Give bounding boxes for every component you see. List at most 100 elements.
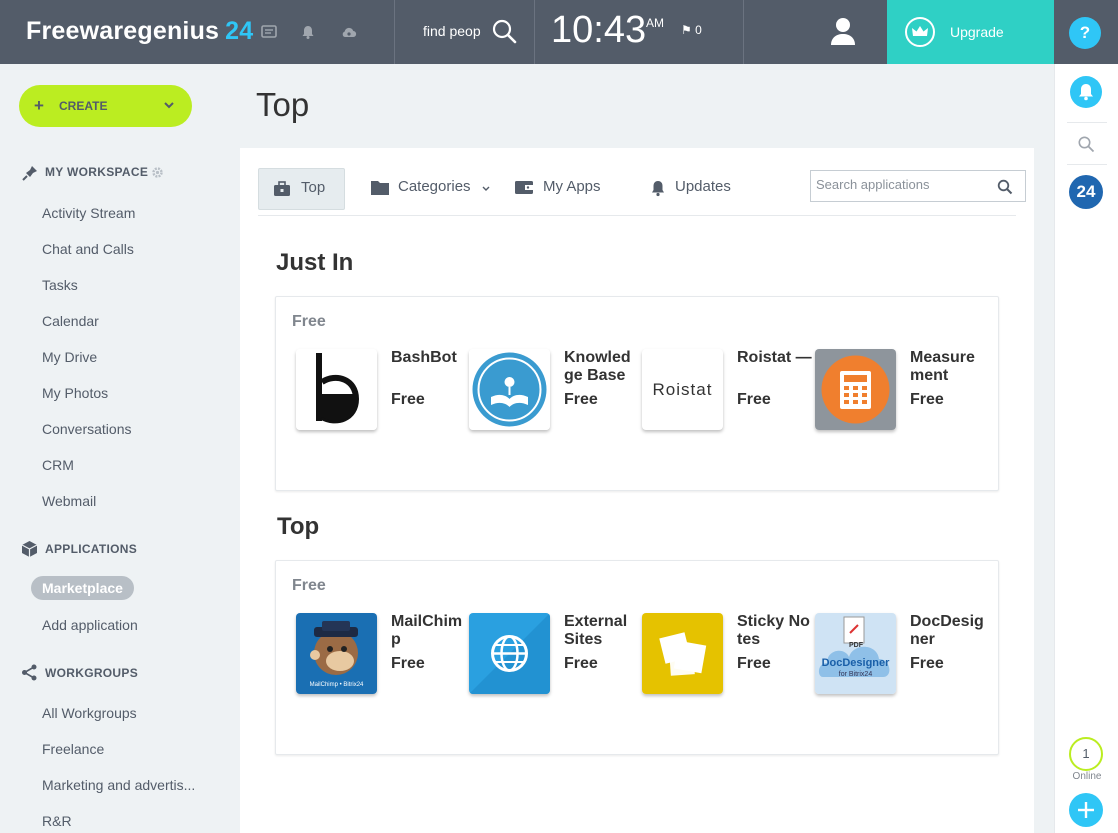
card-subtitle: Free: [292, 313, 326, 330]
app-name: MailChimp: [391, 613, 463, 648]
app-tile-measurement[interactable]: Measurement Free: [815, 349, 987, 439]
app-price: Free: [737, 391, 771, 408]
cloud-icon[interactable]: [341, 24, 357, 40]
plus-icon: +: [34, 96, 44, 115]
pin-icon: [22, 166, 37, 181]
app-logo-knowledge-base: [469, 349, 550, 430]
add-chat-button[interactable]: [1069, 793, 1103, 827]
tab-categories[interactable]: Categories: [368, 168, 490, 210]
tab-updates-label: Updates: [675, 178, 731, 195]
app-price: Free: [737, 655, 771, 672]
crown-icon: [905, 17, 935, 47]
search-applications-box[interactable]: [810, 170, 1026, 202]
search-icon[interactable]: [491, 18, 517, 44]
tab-my-apps-label: My Apps: [543, 178, 601, 195]
app-tile-roistat[interactable]: Roistat Roistat — Free: [642, 349, 814, 439]
mailchimp-logo-text: MailChimp • Bitrix24: [309, 682, 364, 688]
bell-icon: [1079, 84, 1093, 101]
tab-updates[interactable]: Updates: [648, 168, 748, 210]
sidebar-item-calendar[interactable]: Calendar: [42, 313, 99, 329]
caret-down-icon: [482, 186, 490, 191]
clock-time[interactable]: 10:43: [551, 9, 646, 52]
section-title-workgroups[interactable]: WORKGROUPS: [45, 666, 138, 680]
bell-icon: [652, 181, 664, 197]
online-label: Online: [1072, 771, 1102, 782]
right-bar: 24 1 Online: [1054, 64, 1118, 833]
flag-icon: ⚑: [681, 23, 692, 37]
app-tile-external-sites[interactable]: External Sites Free: [469, 613, 641, 703]
create-button[interactable]: + CREATE: [19, 85, 192, 127]
notifications-button[interactable]: [1070, 76, 1102, 108]
user-avatar-icon[interactable]: [829, 16, 857, 46]
share-icon: [22, 664, 37, 681]
app-price: Free: [391, 655, 425, 672]
app-name: External Sites: [564, 613, 628, 648]
sidebar-item-webmail[interactable]: Webmail: [42, 493, 96, 509]
top-card: Free MailChimp • Bitrix24 MailChimp Free…: [275, 560, 999, 755]
sidebar-item-crm[interactable]: CRM: [42, 457, 74, 473]
roistat-logo-text: Roistat: [652, 379, 713, 399]
bell-icon[interactable]: [300, 24, 316, 40]
app-name: BashBot: [391, 349, 457, 366]
app-name: Measurement: [910, 349, 975, 384]
docdesigner-logo-text: DocDesigner: [821, 657, 890, 669]
app-logo-bashbot: [296, 349, 377, 430]
section-heading-just-in: Just In: [276, 249, 354, 276]
section-title-applications[interactable]: APPLICATIONS: [45, 542, 137, 556]
search-applications-input[interactable]: [816, 177, 986, 192]
app-logo-docdesigner: PDF DocDesigner for Bitrix24: [815, 613, 896, 694]
sidebar-item-marketing[interactable]: Marketing and advertis...: [42, 777, 195, 793]
plus-icon: [1078, 802, 1094, 818]
sidebar-item-chat-and-calls[interactable]: Chat and Calls: [42, 241, 134, 257]
tab-top-label: Top: [301, 179, 326, 196]
app-logo-measurement: [815, 349, 896, 430]
app-logo-roistat: Roistat: [642, 349, 723, 430]
online-counter[interactable]: 1: [1069, 737, 1103, 771]
divider: [743, 0, 744, 64]
tab-top[interactable]: Top: [258, 168, 345, 210]
sidebar-item-all-workgroups[interactable]: All Workgroups: [42, 705, 137, 721]
app-name: Sticky Notes: [737, 613, 810, 648]
app-name: Knowledge Base: [564, 349, 631, 384]
search-icon[interactable]: [997, 179, 1013, 195]
sidebar-item-add-application[interactable]: Add application: [42, 617, 138, 633]
find-people-input[interactable]: find people: [423, 23, 481, 39]
flag-counter[interactable]: ⚑ 0: [681, 23, 702, 37]
app-tile-bashbot[interactable]: BashBot Free: [296, 349, 468, 439]
just-in-card: Free BashBot Free Knowledge Base Free Ro…: [275, 296, 999, 491]
search-icon[interactable]: [1077, 135, 1095, 153]
help-button[interactable]: ?: [1069, 17, 1101, 49]
app-tile-docdesigner[interactable]: PDF DocDesigner for Bitrix24 DocDesigner…: [815, 613, 987, 703]
app-tile-sticky-notes[interactable]: Sticky Notes Free: [642, 613, 814, 703]
marketplace-tabs: Top Categories My Apps Updates: [258, 168, 1026, 216]
app-tile-knowledge-base[interactable]: Knowledge Base Free: [469, 349, 641, 439]
wallet-icon: [515, 181, 533, 194]
docdesigner-logo-sub: for Bitrix24: [838, 671, 873, 678]
app-logo-external-sites: [469, 613, 550, 694]
sidebar-item-freelance[interactable]: Freelance: [42, 741, 104, 757]
upgrade-button[interactable]: Upgrade: [887, 0, 1054, 64]
sidebar-item-rr[interactable]: R&R: [42, 813, 72, 829]
sidebar-item-tasks[interactable]: Tasks: [42, 277, 78, 293]
divider: [394, 0, 395, 64]
app-name: DocDesigner: [910, 613, 984, 648]
gear-icon[interactable]: [151, 166, 164, 179]
top-bar: Freewaregenius24 find people 10:43 AM ⚑ …: [0, 0, 1118, 64]
tab-my-apps[interactable]: My Apps: [514, 168, 614, 210]
briefcase-icon: [274, 181, 290, 196]
app-price: Free: [564, 391, 598, 408]
sidebar-item-conversations[interactable]: Conversations: [42, 421, 132, 437]
chat-icon[interactable]: [261, 24, 277, 40]
sidebar-item-activity-stream[interactable]: Activity Stream: [42, 205, 135, 221]
sidebar-item-my-photos[interactable]: My Photos: [42, 385, 108, 401]
app-name: Roistat —: [737, 349, 812, 366]
app-tile-mailchimp[interactable]: MailChimp • Bitrix24 MailChimp Free: [296, 613, 468, 703]
bitrix24-badge[interactable]: 24: [1069, 175, 1103, 209]
docdesigner-pdf-label: PDF: [849, 642, 863, 649]
chevron-down-icon: [164, 102, 174, 109]
brand-logo[interactable]: Freewaregenius 24: [26, 17, 253, 46]
left-sidebar: + CREATE MY WORKSPACE Activity Stream Ch…: [0, 64, 240, 833]
section-title-my-workspace[interactable]: MY WORKSPACE: [45, 165, 148, 179]
sidebar-item-my-drive[interactable]: My Drive: [42, 349, 97, 365]
sidebar-item-marketplace[interactable]: Marketplace: [31, 576, 134, 600]
